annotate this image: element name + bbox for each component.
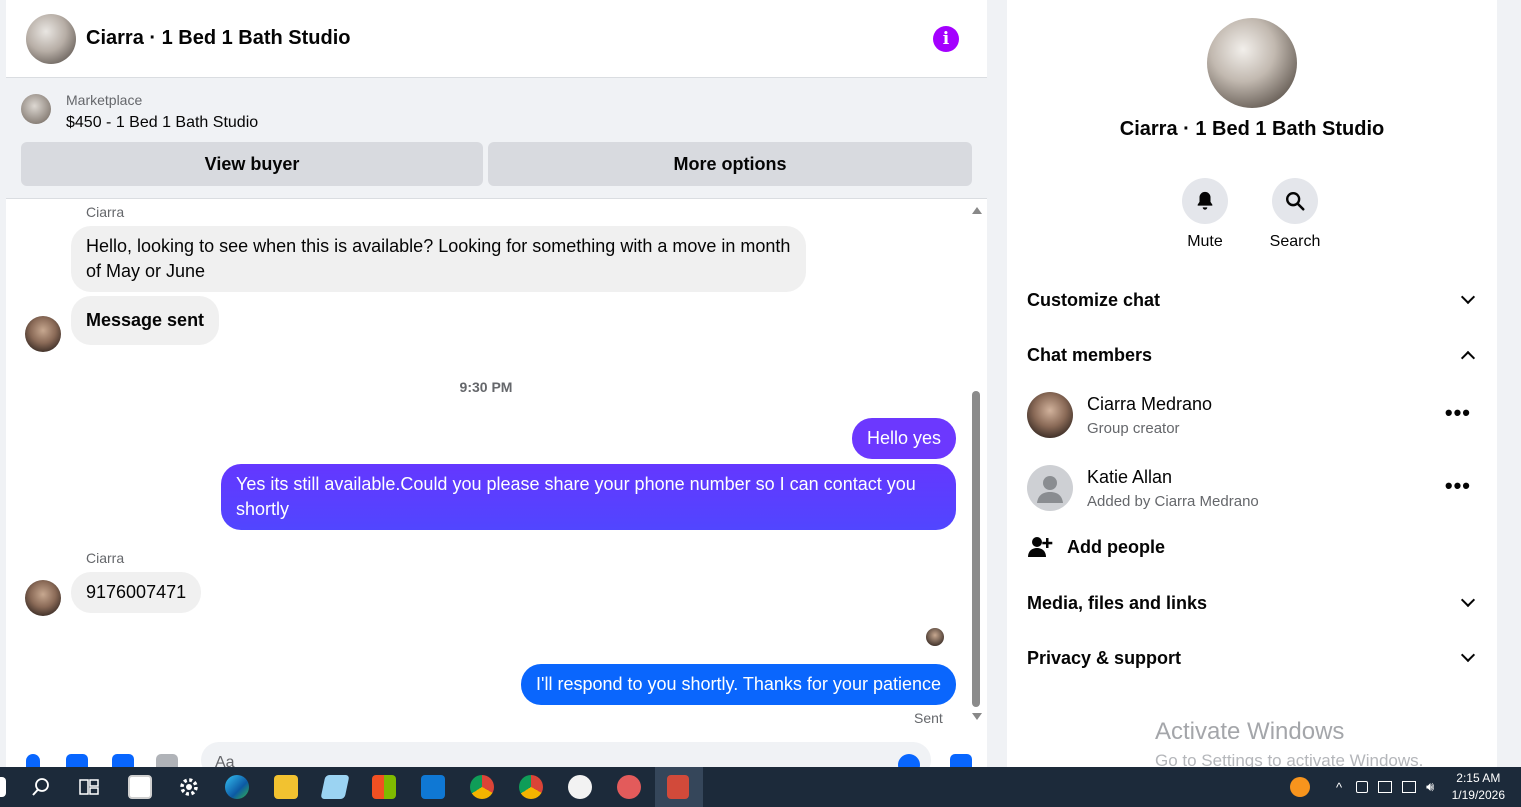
chevron-down-icon (1460, 592, 1476, 608)
member-name[interactable]: Katie Allan (1087, 467, 1172, 488)
member-item[interactable]: Katie Allan Added by Ciarra Medrano ••• (1027, 465, 1479, 513)
chat-avatar[interactable] (26, 13, 76, 64)
seen-avatar (926, 628, 944, 646)
store-icon[interactable] (372, 775, 396, 799)
outgoing-message[interactable]: Yes its still available.Could you please… (221, 464, 956, 530)
mute-action[interactable]: Mute (1165, 178, 1245, 251)
marketplace-banner: Marketplace $450 - 1 Bed 1 Bath Studio V… (6, 78, 987, 199)
security-icon[interactable] (1378, 781, 1393, 793)
app-icon[interactable] (568, 775, 592, 799)
member-role: Added by Ciarra Medrano (1087, 493, 1259, 510)
default-avatar-icon[interactable] (1027, 465, 1073, 511)
clock-date: 1/19/2026 (1451, 788, 1505, 802)
snipping-tool-icon[interactable] (667, 775, 689, 799)
add-people-row[interactable]: Add people (1027, 532, 1165, 562)
search-icon[interactable] (1272, 178, 1318, 224)
chat-members-row[interactable]: Chat members (1027, 340, 1479, 370)
edge-icon[interactable] (225, 775, 249, 799)
mute-label: Mute (1187, 233, 1223, 250)
chevron-up-icon[interactable]: ^ (1336, 780, 1342, 795)
chat-panel: Ciarra · 1 Bed 1 Bath Studio i Marketpla… (6, 0, 987, 767)
app-icon[interactable] (128, 775, 152, 799)
scroll-down-arrow[interactable] (972, 713, 982, 720)
notification-icon[interactable] (1290, 777, 1310, 797)
marketplace-label: Marketplace (66, 92, 143, 108)
customize-chat-label: Customize chat (1027, 289, 1161, 310)
more-icon[interactable]: ••• (1445, 473, 1471, 499)
start-icon[interactable] (0, 777, 6, 797)
member-name[interactable]: Ciarra Medrano (1087, 394, 1212, 415)
listing-thumbnail[interactable] (21, 94, 51, 124)
gif-icon[interactable] (156, 754, 178, 767)
message-input[interactable]: Aa (201, 742, 931, 767)
privacy-support-label: Privacy & support (1027, 647, 1182, 668)
volume-icon[interactable]: 🔊︎ (1426, 779, 1434, 795)
sender-avatar[interactable] (25, 316, 61, 352)
sender-name: Ciarra (86, 204, 125, 220)
member-item[interactable]: Ciarra Medrano Group creator ••• (1027, 392, 1479, 440)
search-icon[interactable] (31, 777, 51, 797)
battery-icon[interactable] (1356, 781, 1369, 793)
like-icon[interactable] (950, 754, 972, 767)
outgoing-message[interactable]: Hello yes (851, 418, 956, 459)
view-buyer-button[interactable]: View buyer (21, 142, 483, 186)
sticker-icon[interactable] (112, 754, 134, 767)
chevron-down-icon (1460, 647, 1476, 663)
chevron-down-icon (1460, 289, 1476, 305)
media-files-label: Media, files and links (1027, 592, 1208, 613)
member-avatar[interactable] (1027, 392, 1073, 438)
sender-avatar[interactable] (25, 580, 61, 616)
bell-icon[interactable] (1182, 178, 1228, 224)
listing-title[interactable]: $450 - 1 Bed 1 Bath Studio (66, 114, 258, 132)
scroll-up-arrow[interactable] (972, 207, 982, 214)
chat-header: Ciarra · 1 Bed 1 Bath Studio i (6, 0, 987, 78)
chevron-up-icon (1460, 350, 1476, 366)
task-view-icon[interactable] (79, 777, 99, 797)
mail-icon[interactable] (421, 775, 445, 799)
photo-icon[interactable] (66, 754, 88, 767)
taskbar: ^ 🔊︎ 2:15 AM 1/19/2026 (0, 767, 1521, 807)
microphone-icon[interactable] (26, 754, 40, 767)
settings-icon[interactable] (177, 775, 201, 799)
network-icon[interactable] (1402, 781, 1417, 793)
scroll-thumb[interactable] (972, 391, 980, 707)
activation-watermark: Activate Windows (1155, 718, 1345, 745)
sender-name: Ciarra (86, 550, 125, 566)
message-bubble[interactable]: 9176007471 (71, 572, 202, 613)
outgoing-message[interactable]: I'll respond to you shortly. Thanks for … (521, 664, 956, 705)
delivery-status: Sent (914, 710, 943, 726)
privacy-support-row[interactable]: Privacy & support (1027, 643, 1479, 673)
more-options-button[interactable]: More options (488, 142, 972, 186)
conversation-avatar[interactable] (1207, 18, 1297, 108)
chrome-icon[interactable] (470, 775, 494, 799)
composer: Aa (6, 742, 987, 767)
clock[interactable]: 2:15 AM 1/19/2026 (1452, 770, 1505, 804)
message-bubble[interactable]: Message sent (71, 296, 220, 345)
message-scrollbar[interactable] (969, 205, 983, 723)
clock-time: 2:15 AM (1456, 771, 1501, 785)
chat-title[interactable]: Ciarra · 1 Bed 1 Bath Studio (86, 27, 351, 50)
chrome-profile-icon[interactable] (519, 775, 543, 799)
more-icon[interactable]: ••• (1445, 400, 1471, 426)
system-tray: ^ 🔊︎ (1336, 767, 1434, 807)
customize-chat-row[interactable]: Customize chat (1027, 285, 1479, 315)
message-bubble[interactable]: Hello, looking to see when this is avail… (71, 226, 806, 292)
conversation-title: Ciarra · 1 Bed 1 Bath Studio (1119, 118, 1385, 140)
message-timestamp: 9:30 PM (459, 379, 513, 395)
conversation-details: Ciarra · 1 Bed 1 Bath Studio Mute Search… (1007, 0, 1497, 767)
search-action[interactable]: Search (1255, 178, 1335, 251)
chat-members-label: Chat members (1027, 344, 1153, 365)
message-list: Ciarra Hello, looking to see when this i… (6, 200, 987, 745)
file-explorer-icon[interactable] (274, 775, 298, 799)
member-role: Group creator (1087, 420, 1180, 437)
search-label: Search (1269, 233, 1321, 250)
info-icon[interactable]: i (933, 26, 959, 52)
media-files-row[interactable]: Media, files and links (1027, 588, 1479, 618)
add-person-icon (1028, 537, 1053, 557)
notes-icon[interactable] (320, 775, 350, 799)
app-icon[interactable] (617, 775, 641, 799)
active-app[interactable] (655, 767, 703, 807)
add-people-label: Add people (1067, 536, 1165, 557)
